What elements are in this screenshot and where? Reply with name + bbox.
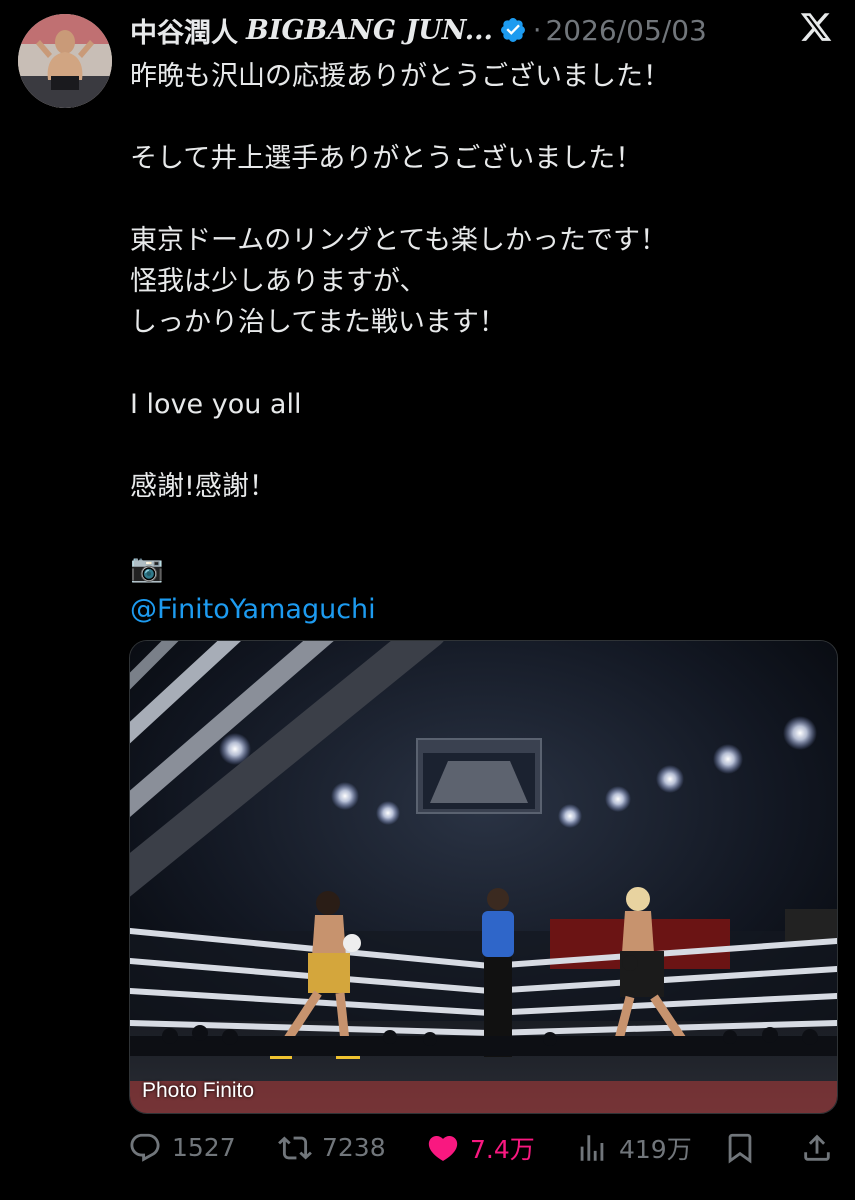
avatar[interactable] [18,14,112,108]
tweet-line: そして井上選手ありがとうございました！ [130,143,643,174]
separator-dot: · [532,14,542,46]
action-bar: 1527 7238 7.4万 419万 [128,1125,838,1170]
tweet-line: 昨晩も沢山の応援ありがとうございました！ [130,61,670,92]
tweet-line: 感謝!感謝！ [130,471,276,502]
tweet-header: 中谷潤人 BIGBANG JUN... · 2026/05/03 [130,10,825,50]
like-count: 7.4万 [470,1134,535,1164]
camera-emoji: 📷 [130,553,164,584]
heart-filled-icon [428,1135,458,1161]
bookmark-button[interactable] [723,1125,757,1170]
tweet-line: 怪我は少しありますが、 [130,266,427,297]
avatar-image [18,14,112,108]
tweet-line [130,507,830,548]
views-count: 419万 [619,1134,692,1164]
share-icon [804,1134,830,1161]
verified-badge-icon [500,18,525,42]
reply-count: 1527 [172,1133,236,1162]
tweet-line: 東京ドームのリングとても楽しかったです！ [130,225,668,256]
tweet-line [130,97,830,138]
reply-icon [130,1133,160,1162]
tweet-line [130,343,830,384]
mention-link[interactable]: @FinitoYamaguchi [130,589,830,630]
retweet-count: 7238 [322,1133,386,1162]
share-button[interactable] [800,1125,834,1170]
x-logo-icon[interactable] [799,10,833,44]
tweet-date[interactable]: 2026/05/03 [545,14,706,47]
like-button[interactable]: 7.4万 [426,1125,535,1170]
tweet-line: しっかり治してまた戦います！ [130,307,506,338]
tweet-media[interactable]: Photo Finito [129,640,838,1114]
author-name-en[interactable]: BIGBANG JUN... [246,15,493,46]
tweet-line [130,425,830,466]
tweet-line: I love you all [130,389,302,420]
retweet-icon [278,1135,312,1160]
views-button[interactable]: 419万 [575,1125,692,1170]
reply-button[interactable]: 1527 [128,1125,236,1170]
tweet-line [130,179,830,220]
retweet-button[interactable]: 7238 [278,1125,386,1170]
author-name[interactable]: 中谷潤人 [130,11,238,50]
bookmark-icon [728,1133,752,1163]
boxing-ring-photo [130,641,837,1113]
analytics-icon [580,1134,604,1161]
tweet-text: 昨晩も沢山の応援ありがとうございました！ そして井上選手ありがとうございました！… [130,56,830,630]
photo-credit: Photo Finito [142,1079,255,1102]
